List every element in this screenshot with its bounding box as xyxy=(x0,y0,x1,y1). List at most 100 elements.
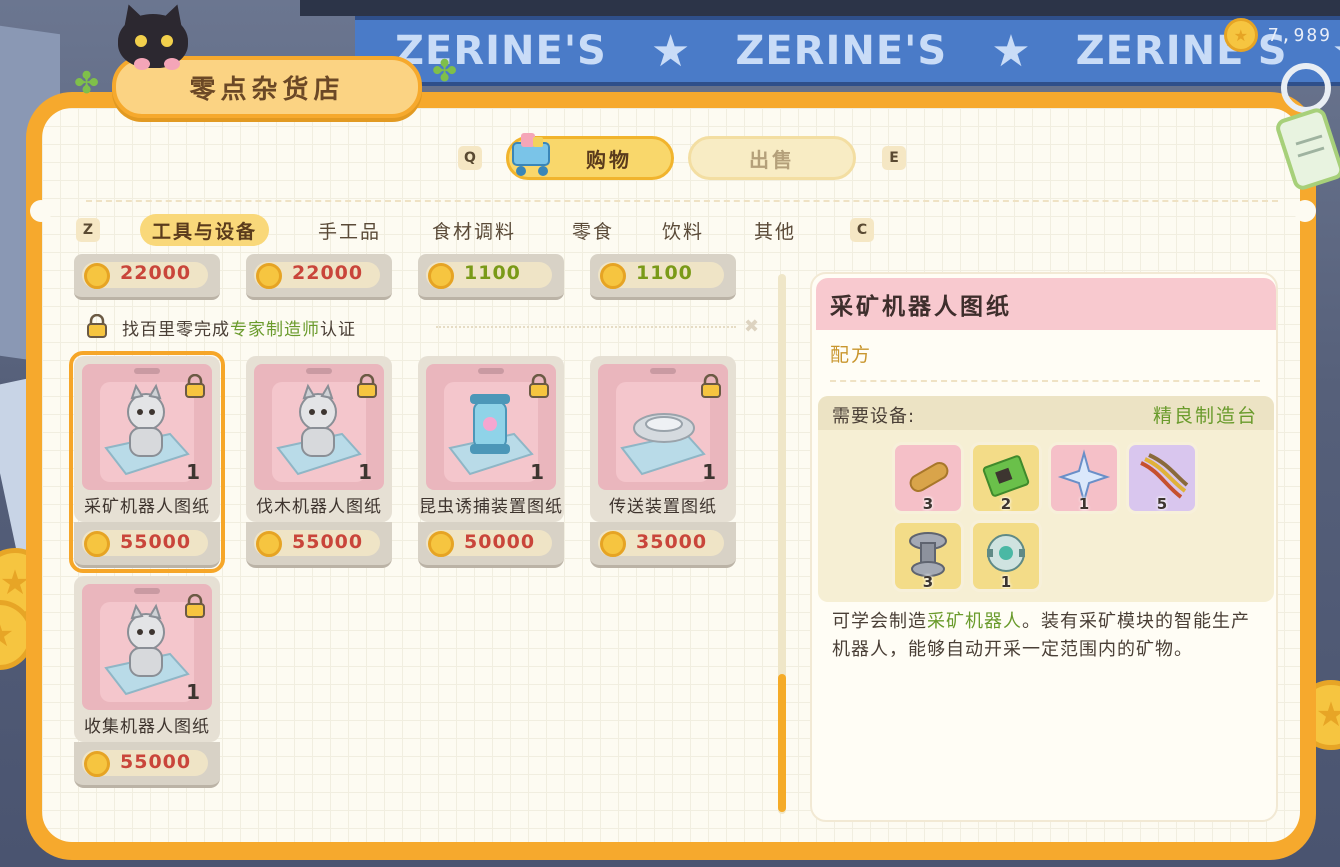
item-quantity: 1 xyxy=(530,460,544,484)
background-roof xyxy=(300,0,1340,16)
shopping-cart-icon xyxy=(512,133,550,176)
price-value: 22000 xyxy=(292,262,364,284)
price-pill[interactable]: 22000 xyxy=(74,254,220,300)
background-shop-sign: ZERINE'S ★ ZERINE'S ★ ZERINE'S ★ ZE xyxy=(355,16,1340,86)
lock-icon xyxy=(701,374,721,398)
category-tab-drinks[interactable]: 饮料 xyxy=(650,214,716,246)
material-slot[interactable]: 3 xyxy=(892,520,964,592)
insect-trap-blueprint-icon xyxy=(444,382,538,482)
shop-title: 零点杂货店 xyxy=(189,74,345,105)
category-tab-ingredients[interactable]: 食材调料 xyxy=(420,214,528,246)
prev-mode-key[interactable]: Q xyxy=(458,146,482,170)
gold-coin-icon xyxy=(428,531,454,557)
price-pill: 35000 xyxy=(590,522,736,568)
price-pill: 55000 xyxy=(74,742,220,788)
panel-notch xyxy=(30,200,52,222)
lock-icon xyxy=(185,374,205,398)
close-icon: ✖ xyxy=(744,316,760,337)
clover-icon: ✤ xyxy=(432,54,458,89)
required-equipment-value: 精良制造台 xyxy=(1152,405,1258,427)
price-pill: 55000 xyxy=(246,522,392,568)
panel-notch xyxy=(1294,200,1316,222)
prev-category-key[interactable]: Z xyxy=(76,218,100,242)
shop-item-card[interactable]: 1 昆虫诱捕装置图纸 50000 xyxy=(418,356,564,570)
sign-text: ZERINE'S xyxy=(395,28,607,74)
price-value: 22000 xyxy=(120,262,192,284)
material-quantity: 1 xyxy=(1000,573,1012,591)
price-pill[interactable]: 22000 xyxy=(246,254,392,300)
divider xyxy=(830,380,1260,382)
item-name: 昆虫诱捕装置图纸 xyxy=(419,497,563,517)
item-quantity: 1 xyxy=(186,680,200,704)
price-pill: 55000 xyxy=(74,522,220,568)
price-value: 55000 xyxy=(292,531,364,553)
lock-icon xyxy=(185,594,205,618)
requirements-box: 需要设备: 精良制造台 3 2 1 5 3 1 xyxy=(818,396,1274,602)
category-tab-crafts[interactable]: 手工品 xyxy=(306,214,393,246)
detail-description: 可学会制造采矿机器人。装有采矿模块的智能生产机器人，能够自动开采一定范围内的矿物… xyxy=(832,611,1250,660)
material-slot[interactable]: 3 xyxy=(892,442,964,514)
item-name: 传送装置图纸 xyxy=(609,497,717,517)
tab-buy[interactable]: 购物 xyxy=(506,133,674,180)
mining-robot-blueprint-icon xyxy=(100,382,194,482)
material-slot[interactable]: 1 xyxy=(970,520,1042,592)
material-quantity: 5 xyxy=(1156,495,1168,513)
shop-item-card[interactable]: 1 收集机器人图纸 55000 xyxy=(74,576,220,790)
material-slot[interactable]: 2 xyxy=(970,442,1042,514)
logging-robot-blueprint-icon xyxy=(272,382,366,482)
gold-coin-icon xyxy=(84,263,110,289)
collector-robot-blueprint-icon xyxy=(100,602,194,702)
clover-icon: ✤ xyxy=(74,66,100,101)
price-value: 1100 xyxy=(636,262,693,284)
price-value: 55000 xyxy=(120,531,192,553)
next-mode-key[interactable]: E xyxy=(882,146,906,170)
gold-coin-icon xyxy=(84,531,110,557)
shop-item-card[interactable]: 1 伐木机器人图纸 55000 xyxy=(246,356,392,570)
lock-icon xyxy=(357,374,377,398)
required-equipment-label: 需要设备: xyxy=(832,406,916,427)
detail-subtitle: 配方 xyxy=(830,344,873,366)
shop-item-card[interactable]: 1 传送装置图纸 35000 xyxy=(590,356,736,570)
next-category-key[interactable]: C xyxy=(850,218,874,242)
black-cat-mascot-icon xyxy=(112,0,212,74)
gold-coin-icon xyxy=(84,751,110,777)
buy-label: 购物 xyxy=(586,147,632,172)
item-quantity: 1 xyxy=(358,460,372,484)
category-tab-tools[interactable]: 工具与设备 xyxy=(140,214,270,246)
lock-icon xyxy=(529,374,549,398)
category-tab-other[interactable]: 其他 xyxy=(742,214,808,246)
item-name: 伐木机器人图纸 xyxy=(256,497,382,517)
star-icon: ★ xyxy=(991,25,1032,77)
detail-title: 采矿机器人图纸 xyxy=(816,278,1276,330)
category-tab-snacks[interactable]: 零食 xyxy=(560,214,626,246)
gold-coin-icon xyxy=(256,531,282,557)
gold-coin-icon xyxy=(428,263,454,289)
scrollbar-thumb[interactable] xyxy=(778,674,786,812)
item-detail-panel: 采矿机器人图纸 配方 需要设备: 精良制造台 3 2 1 5 3 1 可学会制造采矿机器人… xyxy=(810,272,1278,822)
price-value: 1100 xyxy=(464,262,521,284)
lock-icon xyxy=(87,314,107,338)
sign-text: ZERINE'S xyxy=(735,28,948,74)
item-quantity: 1 xyxy=(186,460,200,484)
item-name: 收集机器人图纸 xyxy=(84,717,210,737)
price-value: 50000 xyxy=(464,531,536,553)
lock-notice-text: 找百里零完成专家制造师认证 xyxy=(122,320,356,340)
divider xyxy=(86,200,1278,202)
price-tag-icon xyxy=(1276,63,1340,190)
material-quantity: 3 xyxy=(922,495,934,513)
material-quantity: 2 xyxy=(1000,495,1012,513)
currency-balance: ★ 7,989 xyxy=(1223,18,1332,52)
material-slot[interactable]: 1 xyxy=(1048,442,1120,514)
price-value: 55000 xyxy=(120,751,192,773)
gold-coin-icon xyxy=(600,531,626,557)
price-pill[interactable]: 1100 xyxy=(418,254,564,300)
price-value: 35000 xyxy=(636,531,708,553)
price-pill: 50000 xyxy=(418,522,564,568)
item-quantity: 1 xyxy=(702,460,716,484)
price-pill[interactable]: 1100 xyxy=(590,254,736,300)
tab-sell[interactable]: 出售 xyxy=(688,136,856,180)
shop-item-card[interactable]: 1 采矿机器人图纸 55000 xyxy=(69,351,225,573)
material-slot[interactable]: 5 xyxy=(1126,442,1198,514)
gold-coin-icon xyxy=(256,263,282,289)
star-icon: ★ xyxy=(650,25,692,77)
